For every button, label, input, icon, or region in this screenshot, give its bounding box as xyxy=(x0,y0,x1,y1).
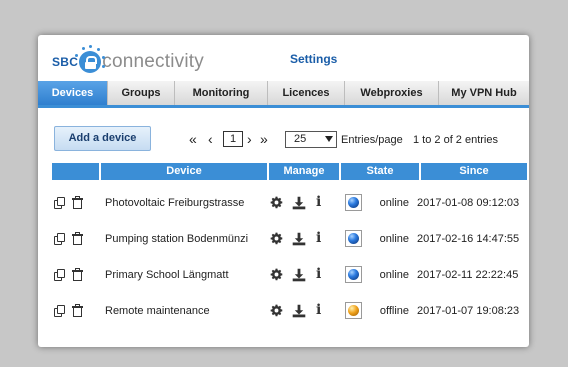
logo-sbc: SBC xyxy=(52,55,79,69)
entries-per-page-select[interactable]: 25 xyxy=(285,131,337,148)
range-label: 1 to 2 of 2 entries xyxy=(413,134,498,146)
page-number-input[interactable]: 1 xyxy=(223,131,243,147)
state-text: online xyxy=(379,269,409,281)
gear-icon[interactable] xyxy=(270,304,283,317)
tab-licences[interactable]: Licences xyxy=(268,81,345,105)
chevron-down-icon xyxy=(325,136,333,142)
tab-my-vpn-hub[interactable]: My VPN Hub xyxy=(439,81,529,105)
state-text: offline xyxy=(379,305,409,317)
last-page-button[interactable]: » xyxy=(260,131,268,147)
since-text: 2017-02-16 14:47:55 xyxy=(417,233,520,245)
next-page-button[interactable]: › xyxy=(247,131,252,147)
copy-icon[interactable] xyxy=(54,305,65,317)
add-device-button[interactable]: Add a device xyxy=(54,126,151,151)
status-indicator xyxy=(345,230,362,247)
device-name[interactable]: Remote maintenance xyxy=(105,305,210,317)
trash-icon[interactable] xyxy=(72,304,83,317)
logo-text: connectivity xyxy=(102,51,204,72)
trash-icon[interactable] xyxy=(72,268,83,281)
copy-icon[interactable] xyxy=(54,269,65,281)
tab-devices[interactable]: Devices xyxy=(38,81,108,105)
download-icon[interactable] xyxy=(292,196,306,210)
device-name[interactable]: Photovoltaic Freiburgstrasse xyxy=(105,197,244,209)
offline-orb-icon xyxy=(348,305,359,316)
header: SBC connectivity Settings xyxy=(38,35,529,81)
copy-icon[interactable] xyxy=(54,197,65,209)
status-indicator xyxy=(345,194,362,211)
status-indicator xyxy=(345,266,362,283)
table-row: Photovoltaic Freiburgstrasse i online 20… xyxy=(38,188,529,218)
online-orb-icon xyxy=(348,233,359,244)
state-text: online xyxy=(379,233,409,245)
tab-webproxies[interactable]: Webproxies xyxy=(345,81,439,105)
gear-icon[interactable] xyxy=(270,232,283,245)
table-row: Remote maintenance i offline 2017-01-07 … xyxy=(38,296,529,326)
header-state[interactable]: State xyxy=(341,163,419,180)
device-name[interactable]: Pumping station Bodenmünzi xyxy=(105,233,248,245)
prev-page-button[interactable]: ‹ xyxy=(208,131,213,147)
online-orb-icon xyxy=(348,269,359,280)
tab-bar: Devices Groups Monitoring Licences Webpr… xyxy=(38,81,529,108)
info-icon[interactable]: i xyxy=(316,302,321,318)
trash-icon[interactable] xyxy=(72,196,83,209)
gear-icon[interactable] xyxy=(270,268,283,281)
download-icon[interactable] xyxy=(292,304,306,318)
header-since[interactable]: Since xyxy=(421,163,527,180)
status-indicator xyxy=(345,302,362,319)
logo-lock-icon xyxy=(75,45,106,73)
table-row: Pumping station Bodenmünzi i online 2017… xyxy=(38,224,529,254)
header-manage: Manage xyxy=(269,163,339,180)
download-icon[interactable] xyxy=(292,268,306,282)
online-orb-icon xyxy=(348,197,359,208)
tab-monitoring[interactable]: Monitoring xyxy=(175,81,268,105)
header-actions xyxy=(52,163,99,180)
tab-groups[interactable]: Groups xyxy=(108,81,175,105)
info-icon[interactable]: i xyxy=(316,230,321,246)
device-name[interactable]: Primary School Längmatt xyxy=(105,269,229,281)
first-page-button[interactable]: « xyxy=(189,131,197,147)
gear-icon[interactable] xyxy=(270,196,283,209)
since-text: 2017-01-08 09:12:03 xyxy=(417,197,520,209)
since-text: 2017-01-07 19:08:23 xyxy=(417,305,520,317)
copy-icon[interactable] xyxy=(54,233,65,245)
since-text: 2017-02-11 22:22:45 xyxy=(417,269,519,281)
state-text: online xyxy=(379,197,409,209)
entries-value: 25 xyxy=(294,133,307,145)
page-title: Settings xyxy=(290,52,338,66)
entries-label: Entries/page xyxy=(341,134,403,146)
header-device[interactable]: Device xyxy=(101,163,267,180)
info-icon[interactable]: i xyxy=(316,266,321,282)
table-row: Primary School Längmatt i online 2017-02… xyxy=(38,260,529,290)
download-icon[interactable] xyxy=(292,232,306,246)
settings-panel: SBC connectivity Settings Devices Groups… xyxy=(38,35,529,347)
info-icon[interactable]: i xyxy=(316,194,321,210)
logo: SBC connectivity xyxy=(52,45,204,75)
trash-icon[interactable] xyxy=(72,232,83,245)
